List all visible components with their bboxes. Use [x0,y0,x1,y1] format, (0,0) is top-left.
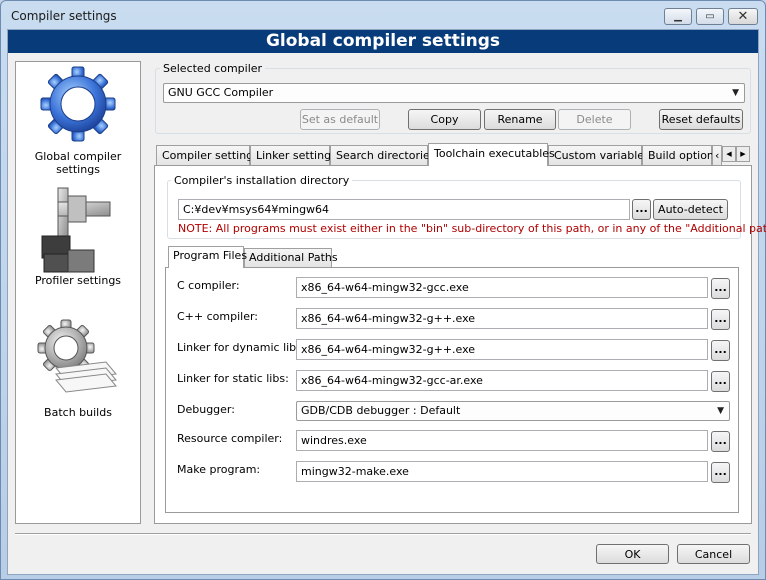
c-compiler-browse-button[interactable]: ... [711,278,730,299]
minimize-button[interactable]: ▁ [664,8,692,25]
c-compiler-label: C compiler: [177,279,240,292]
sidebar-item-global-compiler-settings[interactable]: Global compiler settings [16,62,140,176]
delete-button[interactable]: Delete [558,109,631,130]
dialog-client-area: Global compiler settings Global compiler… [7,29,766,575]
install-dir-input[interactable]: C:¥dev¥msys64¥mingw64 [178,199,630,220]
tab-scroll-left-button[interactable]: ◀ [722,146,736,162]
tab-overflow[interactable]: ‹ [712,145,722,165]
close-button[interactable]: ✕ [728,8,758,25]
batch-build-icon [37,319,117,393]
cpp-compiler-input[interactable]: x86_64-w64-mingw32-g++.exe [296,308,708,329]
ok-button[interactable]: OK [596,544,669,564]
linker-dynamic-input[interactable]: x86_64-w64-mingw32-g++.exe [296,339,708,360]
tab-compiler-settings[interactable]: Compiler settings [156,145,259,165]
resource-compiler-label: Resource compiler: [177,432,283,445]
install-dir-note: NOTE: All programs must exist either in … [178,222,766,235]
resource-compiler-browse-button[interactable]: ... [711,431,730,452]
compiler-settings-window: Compiler settings ▁ ▭ ✕ Global compiler … [0,0,766,580]
linker-dynamic-browse-button[interactable]: ... [711,340,730,361]
cancel-button[interactable]: Cancel [677,544,750,564]
selected-compiler-label: Selected compiler [160,62,266,75]
set-as-default-button[interactable]: Set as default [300,109,380,130]
compiler-select[interactable]: GNU GCC Compiler ▼ [163,83,745,103]
tab-custom-variables[interactable]: Custom variables [548,145,650,165]
tab-linker-settings[interactable]: Linker settings [250,145,337,165]
title-bar[interactable]: Compiler settings ▁ ▭ ✕ [1,1,765,29]
linker-static-browse-button[interactable]: ... [711,371,730,392]
tab-program-files[interactable]: Program Files [168,246,247,268]
tab-scroll-buttons: ◀ ▶ [722,146,750,162]
profiler-icon [41,187,111,273]
sidebar-item-label: Profiler settings [34,274,122,287]
reset-defaults-button[interactable]: Reset defaults [659,109,743,130]
make-program-browse-button[interactable]: ... [711,462,730,483]
footer-divider [15,533,751,535]
tab-build-options[interactable]: Build options [642,145,720,165]
install-dir-label: Compiler's installation directory [171,174,353,187]
tab-search-directories[interactable]: Search directories [330,145,436,165]
sidebar-item-label: Global compiler settings [34,150,122,176]
make-program-label: Make program: [177,463,261,476]
settings-category-list: Global compiler settings Profiler settin… [15,61,141,524]
gear-icon [40,66,116,142]
auto-detect-button[interactable]: Auto-detect [653,199,728,220]
debugger-label: Debugger: [177,403,235,416]
maximize-button[interactable]: ▭ [696,8,724,25]
close-icon: ✕ [737,9,749,24]
c-compiler-input[interactable]: x86_64-w64-mingw32-gcc.exe [296,277,708,298]
install-dir-browse-button[interactable]: ... [632,199,651,220]
sidebar-item-label: Batch builds [44,406,112,419]
linker-static-label: Linker for static libs: [177,372,289,385]
debugger-select[interactable]: GDB/CDB debugger : Default ▼ [296,401,730,421]
linker-static-input[interactable]: x86_64-w64-mingw32-gcc-ar.exe [296,370,708,391]
copy-button[interactable]: Copy [408,109,481,130]
make-program-input[interactable]: mingw32-make.exe [296,461,708,482]
minimize-icon: ▁ [674,11,682,22]
resource-compiler-input[interactable]: windres.exe [296,430,708,451]
compiler-select-value: GNU GCC Compiler [168,86,274,99]
cpp-compiler-label: C++ compiler: [177,310,259,323]
tab-scroll-right-button[interactable]: ▶ [736,146,750,162]
sidebar-item-batch-builds[interactable]: Batch builds [16,312,140,422]
linker-dynamic-label: Linker for dynamic libs: [177,341,306,354]
program-files-panel: C compiler: x86_64-w64-mingw32-gcc.exe .… [165,267,739,513]
rename-button[interactable]: Rename [484,109,556,130]
page-title: Global compiler settings [8,30,758,53]
toolchain-executables-panel: Compiler's installation directory C:¥dev… [154,165,766,524]
debugger-select-value: GDB/CDB debugger : Default [301,404,461,417]
window-title: Compiler settings [11,9,117,23]
chevron-down-icon: ▼ [732,88,739,98]
cpp-compiler-browse-button[interactable]: ... [711,309,730,330]
chevron-down-icon: ▼ [717,406,724,416]
maximize-icon: ▭ [705,11,715,22]
sidebar-item-profiler-settings[interactable]: Profiler settings [16,180,140,290]
tab-toolchain-executables[interactable]: Toolchain executables [428,143,555,166]
tab-additional-paths[interactable]: Additional Paths [244,248,338,267]
